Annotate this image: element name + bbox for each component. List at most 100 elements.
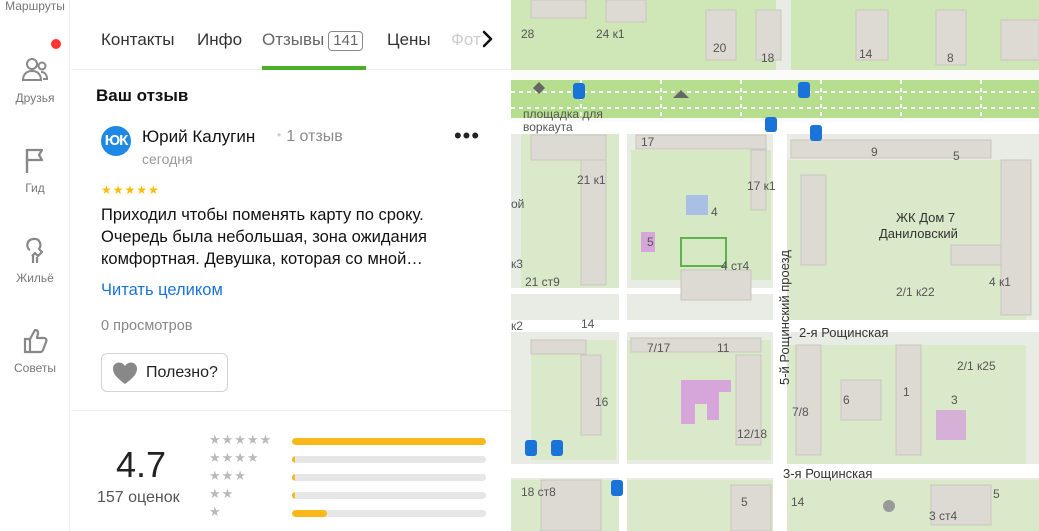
distribution-stars: ★★★	[209, 468, 247, 483]
svg-text:7/17: 7/17	[647, 341, 671, 355]
tab-reviews-label: Отзывы	[262, 30, 325, 49]
friends-icon	[21, 58, 49, 81]
svg-text:к3: к3	[511, 257, 523, 271]
svg-text:4: 4	[711, 205, 718, 219]
svg-text:к2: к2	[511, 319, 523, 333]
svg-text:14: 14	[791, 495, 805, 509]
distribution-stars: ★★	[209, 486, 235, 501]
review-text: Приходил чтобы поменять карту по сроку. …	[101, 206, 427, 268]
rail-item-housing[interactable]: Жильё	[0, 235, 70, 285]
distribution-bar	[292, 456, 486, 463]
review-rating-stars: ★★★★★	[101, 183, 160, 197]
svg-text:2/1 к22: 2/1 к22	[896, 285, 935, 299]
routes-nav-label[interactable]: Маршруты	[0, 0, 70, 14]
svg-text:ЖК Дом 7: ЖК Дом 7	[896, 210, 955, 225]
reviews-count-badge: 141	[328, 31, 364, 51]
svg-text:5-й Рощинский проезд: 5-й Рощинский проезд	[777, 250, 792, 385]
ratings-count: 157 оценок	[97, 489, 180, 506]
chevron-right-icon[interactable]	[475, 27, 499, 51]
svg-text:5: 5	[993, 487, 1000, 501]
svg-text:4 ст4: 4 ст4	[721, 259, 750, 273]
rail-item-label: Гид	[25, 181, 45, 195]
rail-item-friends[interactable]: Друзья	[0, 55, 70, 105]
svg-text:16: 16	[595, 395, 609, 409]
distribution-bar-fill	[292, 492, 295, 499]
rail-item-guide[interactable]: Гид	[0, 145, 70, 195]
helpful-button[interactable]: Полезно?	[101, 353, 228, 392]
views-count: 0 просмотров	[101, 318, 193, 334]
svg-text:5: 5	[953, 149, 960, 163]
your-review-title: Ваш отзыв	[96, 86, 189, 105]
housing-icon	[26, 237, 44, 263]
tab-info[interactable]: Инфо	[197, 30, 242, 50]
distribution-bar-fill	[292, 510, 327, 517]
svg-text:1: 1	[903, 385, 910, 399]
svg-text:12/18: 12/18	[737, 427, 767, 441]
svg-text:18 ст8: 18 ст8	[521, 485, 556, 499]
distribution-bar	[292, 492, 486, 499]
svg-text:6: 6	[843, 393, 850, 407]
tab-reviews[interactable]: Отзывы 141	[262, 30, 364, 51]
heart-icon	[113, 362, 137, 384]
svg-text:5: 5	[647, 235, 654, 249]
svg-text:21 ст9: 21 ст9	[525, 275, 560, 289]
review-author[interactable]: Юрий Калугин	[142, 127, 255, 147]
svg-text:Даниловский: Даниловский	[879, 226, 958, 241]
distribution-stars: ★	[209, 504, 222, 519]
distribution-bar-fill	[292, 438, 486, 445]
svg-text:17 к1: 17 к1	[747, 179, 776, 193]
distribution-bar-fill	[292, 474, 295, 481]
svg-text:3-я Рощинская: 3-я Рощинская	[783, 466, 872, 481]
svg-text:17: 17	[641, 135, 655, 149]
distribution-stars: ★★★★★	[209, 432, 273, 447]
svg-text:8: 8	[947, 51, 954, 65]
svg-text:20: 20	[713, 41, 727, 55]
rail-item-label: Друзья	[15, 91, 55, 105]
svg-text:21 к1: 21 к1	[577, 173, 606, 187]
svg-text:9: 9	[871, 145, 878, 159]
svg-text:2-я Рощинская: 2-я Рощинская	[799, 325, 888, 340]
svg-text:3 ст4: 3 ст4	[929, 509, 958, 523]
read-more-link[interactable]: Читать целиком	[101, 281, 223, 300]
more-options-button[interactable]: •••	[453, 125, 481, 156]
author-review-count: 1 отзыв	[277, 128, 343, 146]
tab-contacts[interactable]: Контакты	[101, 30, 174, 50]
svg-text:ой: ой	[511, 197, 524, 211]
tab-bar: Контакты Инфо Отзывы141 Цены Фото	[71, 10, 511, 70]
avatar[interactable]: ЮК	[101, 126, 131, 156]
svg-text:14: 14	[581, 317, 595, 331]
svg-text:24 к1: 24 к1	[596, 27, 625, 41]
svg-text:4 к1: 4 к1	[989, 275, 1011, 289]
svg-text:14: 14	[859, 47, 873, 61]
rail-item-label: Жильё	[16, 271, 54, 285]
distribution-bar	[292, 438, 486, 445]
review-date: сегодня	[142, 151, 193, 167]
svg-text:площадка для: площадка для	[523, 107, 603, 121]
review-panel: Контакты Инфо Отзывы141 Цены Фото Ваш от…	[71, 0, 511, 531]
svg-text:3: 3	[951, 393, 958, 407]
svg-text:2/1 к25: 2/1 к25	[957, 359, 996, 373]
map-canvas[interactable]: 28 24 к1 20 18 14 8 17 21 к1 17 к1 9 5 4…	[511, 0, 1039, 531]
rail-item-label: Советы	[14, 361, 56, 375]
svg-text:7/8: 7/8	[792, 405, 809, 419]
overall-rating: 4.7	[116, 444, 167, 485]
svg-text:11: 11	[717, 341, 730, 355]
kindergarten	[686, 195, 708, 215]
distribution-bar	[292, 474, 486, 481]
notification-dot	[51, 39, 61, 49]
svg-text:28: 28	[521, 27, 535, 41]
distribution-stars: ★★★★	[209, 450, 260, 465]
helpful-label: Полезно?	[146, 363, 218, 381]
side-rail: Маршруты Друзья Гид Жильё Советы	[0, 0, 70, 531]
tab-prices[interactable]: Цены	[387, 30, 431, 50]
flag-icon	[25, 148, 44, 173]
active-tab-indicator	[262, 66, 366, 70]
rail-item-tips[interactable]: Советы	[0, 325, 70, 375]
svg-text:воркаута: воркаута	[523, 120, 573, 134]
map-view[interactable]: 28 24 к1 20 18 14 8 17 21 к1 17 к1 9 5 4…	[511, 0, 1039, 531]
svg-text:5: 5	[741, 495, 748, 509]
distribution-bar-fill	[292, 456, 295, 463]
distribution-bar	[292, 510, 486, 517]
svg-text:18: 18	[761, 51, 775, 65]
divider	[71, 410, 511, 411]
